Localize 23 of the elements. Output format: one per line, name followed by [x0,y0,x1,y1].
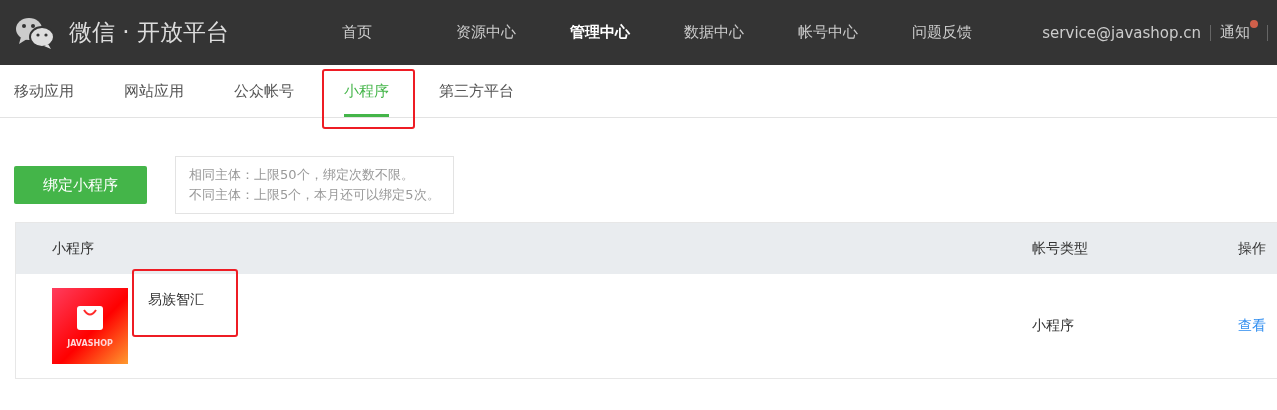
view-link[interactable]: 查看 [1238,317,1266,333]
nav-link[interactable]: 数据中心 [684,23,798,42]
app-name: 易族智汇 [148,291,204,307]
account-email[interactable]: service@javashop.cn [1042,23,1201,42]
tip-text: 相同主体：上限50个，绑定次数不限。 [189,166,415,184]
chat-bubbles-icon [15,16,55,49]
tip-text: 不同主体：上限5个，本月还可以绑定5次。 [189,186,440,204]
column-header: 操作 [1238,239,1266,256]
brand-title: 微信 · 开放平台 [69,18,230,47]
notice-link[interactable]: 通知 [1220,23,1258,42]
column-header: 帐号类型 [1032,239,1088,256]
nav-link[interactable]: 首页 [342,23,456,42]
tab[interactable]: 第三方平台 [439,65,514,117]
nav-link[interactable]: 管理中心 [570,23,684,42]
nav-link[interactable]: 问题反馈 [912,23,1026,42]
tab[interactable]: 移动应用 [14,65,74,117]
nav-link[interactable]: 资源中心 [456,23,570,42]
tab[interactable]: 公众帐号 [234,65,294,117]
column-header: 小程序 [52,239,94,258]
nav-link[interactable]: 帐号中心 [798,23,912,42]
account-type: 小程序 [1032,317,1074,333]
app-icon: JAVASHOP [52,288,128,364]
tab[interactable]: 网站应用 [124,65,184,117]
